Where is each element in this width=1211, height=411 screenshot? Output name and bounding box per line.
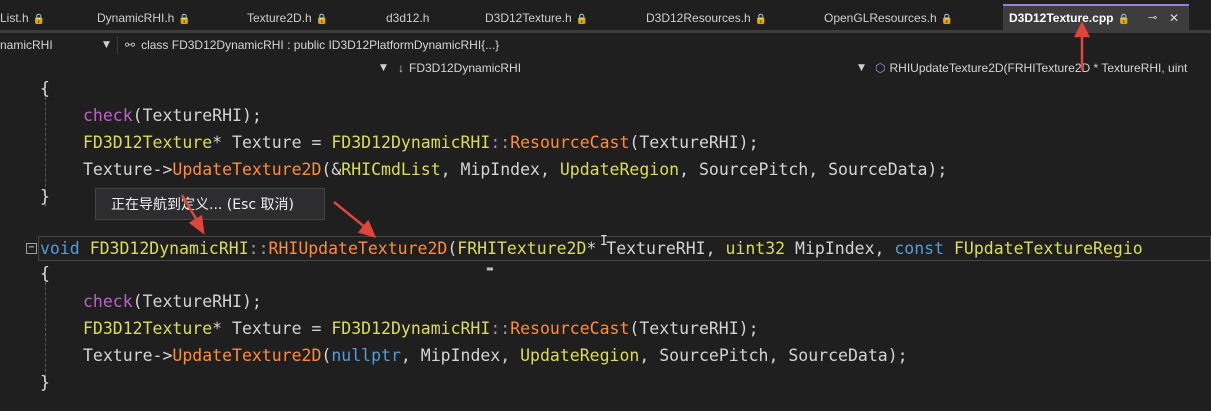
annotation-arrows bbox=[180, 21, 1091, 238]
annotation-arrowhead bbox=[1073, 21, 1091, 38]
annotation-arrow bbox=[333, 201, 367, 229]
annotation-arrow bbox=[180, 194, 200, 223]
annotation-arrowhead bbox=[188, 214, 205, 235]
